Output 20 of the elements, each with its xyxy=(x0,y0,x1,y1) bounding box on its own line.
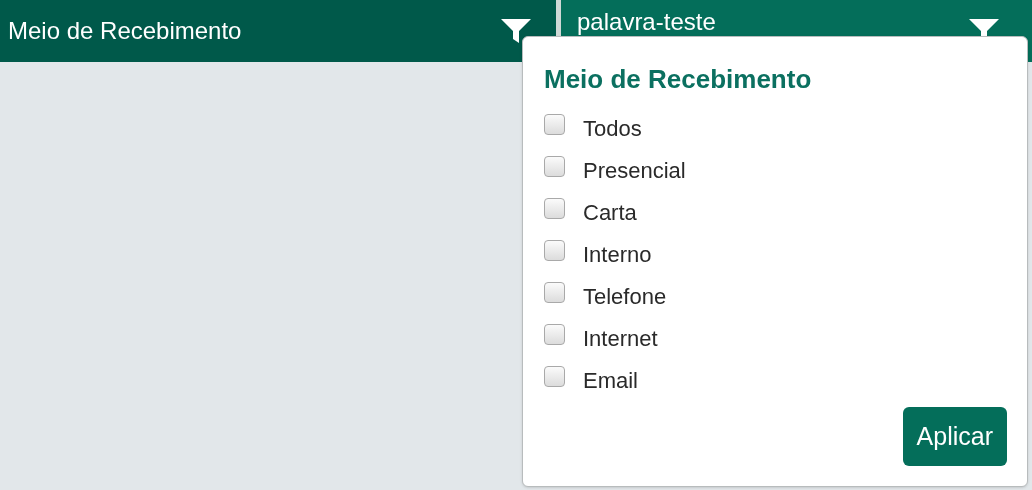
apply-button[interactable]: Aplicar xyxy=(902,407,1007,466)
option-label: Internet xyxy=(583,324,658,353)
option-label: Telefone xyxy=(583,282,667,311)
filter-icon[interactable] xyxy=(500,17,532,45)
checkbox[interactable] xyxy=(544,113,565,135)
option-label: Email xyxy=(583,366,638,395)
checkbox[interactable] xyxy=(544,155,565,177)
checkbox[interactable] xyxy=(544,197,565,219)
option-label: Presencial xyxy=(583,156,686,185)
column-label: Meio de Recebimento xyxy=(8,16,242,46)
checkbox[interactable] xyxy=(544,365,565,387)
column-header[interactable]: Meio de Recebimento xyxy=(0,0,556,62)
checkbox[interactable] xyxy=(544,239,565,261)
option-label: Carta xyxy=(583,198,637,227)
option-label: Todos xyxy=(583,114,642,143)
checkbox[interactable] xyxy=(544,323,565,345)
checkbox[interactable] xyxy=(544,281,565,303)
column-label: palavra-teste xyxy=(577,10,716,34)
option-label: Interno xyxy=(583,240,652,269)
popup-title: Meio de Recebimento xyxy=(544,63,812,96)
